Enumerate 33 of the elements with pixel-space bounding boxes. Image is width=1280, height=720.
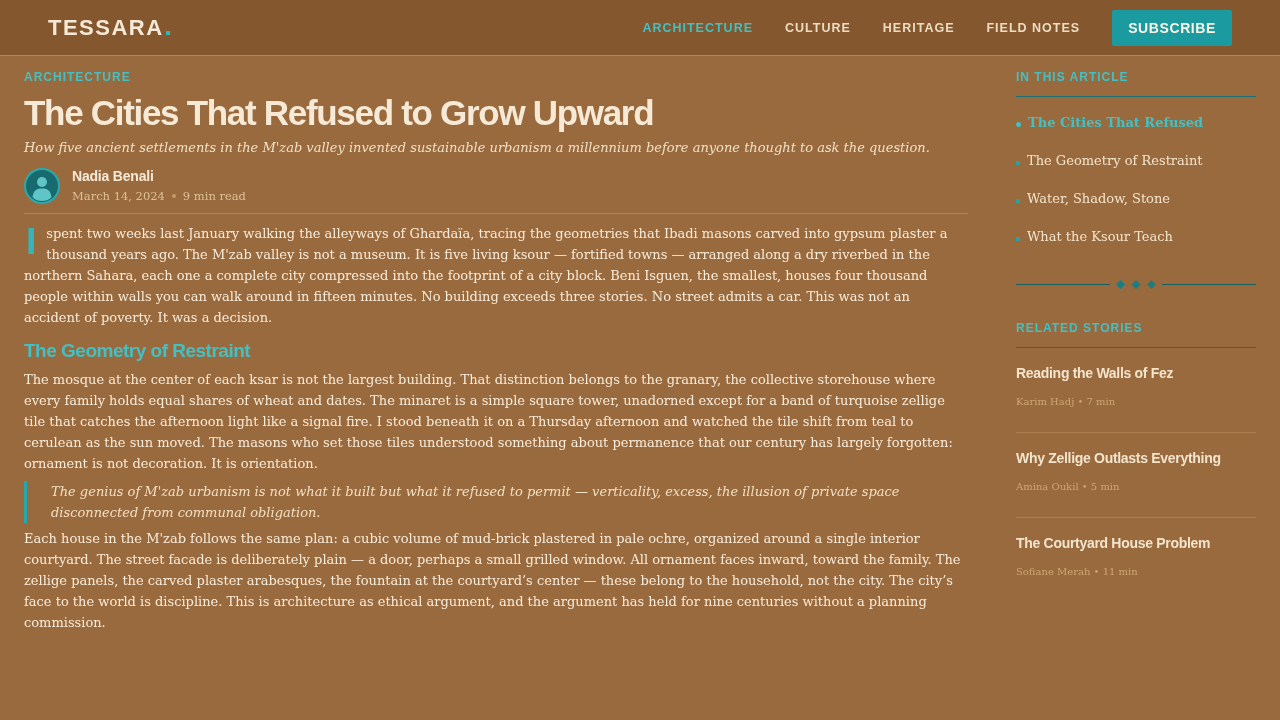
separator-dot-icon <box>171 194 176 198</box>
paragraph-text: Each house in the M'zab follows the same plan: a cubic volume of mud-brick plastered in pale ochre, organized around a single interior courtyard. The street facade is deliberately plain — a door, perhaps a small grilled window. All ornament faces inward, toward the family. The zellige panels, the carved plaster arabesques, the fountain at the courtyard’s center — these belong to the household, not the city. The city’s face to the world is discipline. This is architecture as ethical argument, and the argument has held for nine centuries without a planning commission. <box>24 530 962 632</box>
section-heading: The Geometry of Restraint <box>24 339 252 363</box>
paragraph-text: I spent two weeks last January walking the alleyways of Ghardaïa, tracing the geometries that Ibadi masons carved into gypsum plaster a thousand years ago. The M'zab valley is not a museum. It is five living ksour — fortified towns — arranged along a dry riverbed in the northern Sahara, each one a complete city compressed into the footprint of a city block. Beni Isguen, the smallest, houses four thousand people within walls you can walk around in fifteen minutes. No building exceeds three stories. No street admits a car. This was not an accident of poverty. It was a decision. <box>24 223 949 327</box>
avatar-icon <box>24 167 60 204</box>
paragraph-text: The mosque at the center of each ksar is not the largest building. That distinction belongs to the granary, the collective storehouse where every family holds equal shares of wheat and dates. The minaret is a simple square tower, unadorned except for a band of turquoise zellige tile that catches the afternoon light like a signal fire. I stood beneath it on a Thursday afternoon and watched the tile shift from teal to cerulean as the sun moved. The masons who set those tiles understood something about permanence that our century has largely forgotten: ornament is not decoration. It is orientation. <box>24 371 954 473</box>
pull-quote: The genius of M'zab urbanism is not what it built but what it refused to permit — verticality, excess, the illusion of private space disconnected from communal obligation. <box>24 481 968 523</box>
nav-link[interactable]: FIELD NOTES <box>986 20 1081 35</box>
category-label: ARCHITECTURE <box>24 69 132 85</box>
logo-wordmark[interactable]: TESSARA <box>48 15 164 40</box>
nav-link[interactable]: CULTURE <box>785 20 851 35</box>
read-time: 9 min read <box>182 188 246 204</box>
toc-link[interactable]: Water, Shadow, Stone <box>1016 188 1170 210</box>
subscribe-button[interactable]: SUBSCRIBE <box>1112 9 1232 46</box>
toc-heading: IN THIS ARTICLE <box>1016 69 1256 97</box>
related-story-link[interactable]: The Courtyard House Problem <box>1016 534 1211 552</box>
related-story-link[interactable]: Why Zellige Outlasts Everything <box>1016 449 1221 467</box>
publish-date: March 14, 2024 <box>72 188 165 204</box>
toc-link[interactable]: The Cities That Refused <box>1016 112 1204 134</box>
author-name: Nadia Benali <box>72 167 155 185</box>
diamonds-ornament-icon <box>1116 280 1156 289</box>
bullet-icon <box>1016 198 1020 203</box>
toc-link[interactable]: The Geometry of Restraint <box>1016 150 1203 172</box>
bullet-icon <box>1016 160 1020 165</box>
nav-link[interactable]: ARCHITECTURE <box>642 20 753 35</box>
related-heading: RELATED STORIES <box>1016 320 1256 348</box>
article-title: The Cities That Refused to Grow Upward <box>24 92 655 134</box>
article-subtitle: How five ancient settlements in the M'zab valley invented sustainable urbanism a millennium before anyone thought to ask the question. <box>24 139 931 157</box>
bullet-icon <box>1016 236 1020 241</box>
nav-link[interactable]: HERITAGE <box>882 20 955 35</box>
toc-link[interactable]: What the Ksour Teach <box>1016 226 1173 248</box>
bullet-icon <box>1016 122 1021 127</box>
related-story-link[interactable]: Reading the Walls of Fez <box>1016 364 1174 382</box>
